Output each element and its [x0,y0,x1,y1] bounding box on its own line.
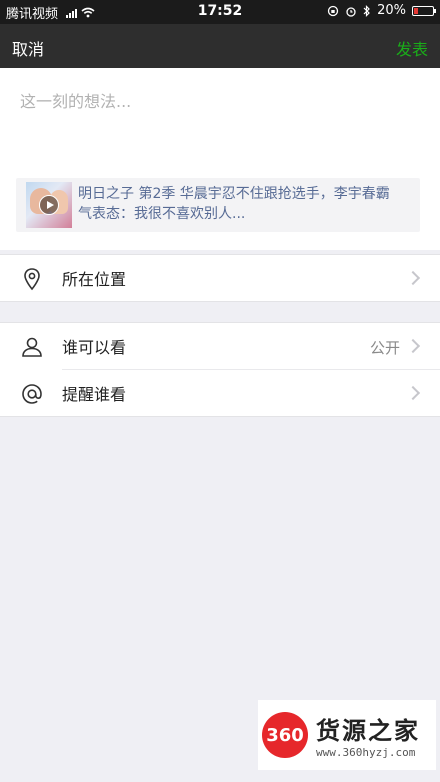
visibility-label: 谁可以看 [62,338,127,357]
battery-percent: 20% [377,3,406,18]
rotation-lock-icon [327,5,339,16]
chevron-right-icon [405,385,421,401]
mention-label: 提醒谁看 [62,385,127,404]
battery-icon [412,5,436,16]
location-group: 所在位置 [0,254,440,302]
status-bar: 腾讯视频 17:52 20% [0,0,440,24]
location-pin-icon [24,268,40,291]
watermark-brand: 货源之家 www.360hyzj.com [316,711,420,759]
cancel-button[interactable]: 取消 [12,36,44,60]
site-watermark: 360 货源之家 www.360hyzj.com [258,700,436,770]
location-label: 所在位置 [62,270,127,289]
status-right: 20% [327,3,436,18]
visibility-row[interactable]: 谁可以看 公开 [0,323,440,369]
at-sign-icon [22,384,42,404]
privacy-group: 谁可以看 公开 提醒谁看 [0,322,440,417]
visibility-value: 公开 [369,339,400,357]
chevron-right-icon [405,338,421,354]
compose-area: 这一刻的想法... 明日之子 第2季 华晨宇忍不住跟抢选手，李宇春霸气表态：我很… [0,68,440,250]
bluetooth-icon [363,4,370,17]
alarm-icon [346,6,356,17]
shared-video-card[interactable]: 明日之子 第2季 华晨宇忍不住跟抢选手，李宇春霸气表态：我很不喜欢别人... [16,178,420,232]
post-text-input[interactable]: 这一刻的想法... [20,88,131,112]
shared-video-title: 明日之子 第2季 华晨宇忍不住跟抢选手，李宇春霸气表态：我很不喜欢别人... [78,186,390,222]
location-row[interactable]: 所在位置 [0,255,440,301]
publish-button[interactable]: 发表 [396,36,428,60]
video-play-icon [39,195,59,215]
nav-bar: 取消 发表 [0,24,440,68]
mention-row[interactable]: 提醒谁看 [22,369,440,416]
chevron-right-icon [405,270,421,286]
watermark-url: www.360hyzj.com [316,746,416,759]
video-thumbnail [26,182,72,228]
watermark-logo: 360 [262,712,308,758]
person-icon [22,337,42,357]
watermark-brand-name: 货源之家 [316,717,420,745]
